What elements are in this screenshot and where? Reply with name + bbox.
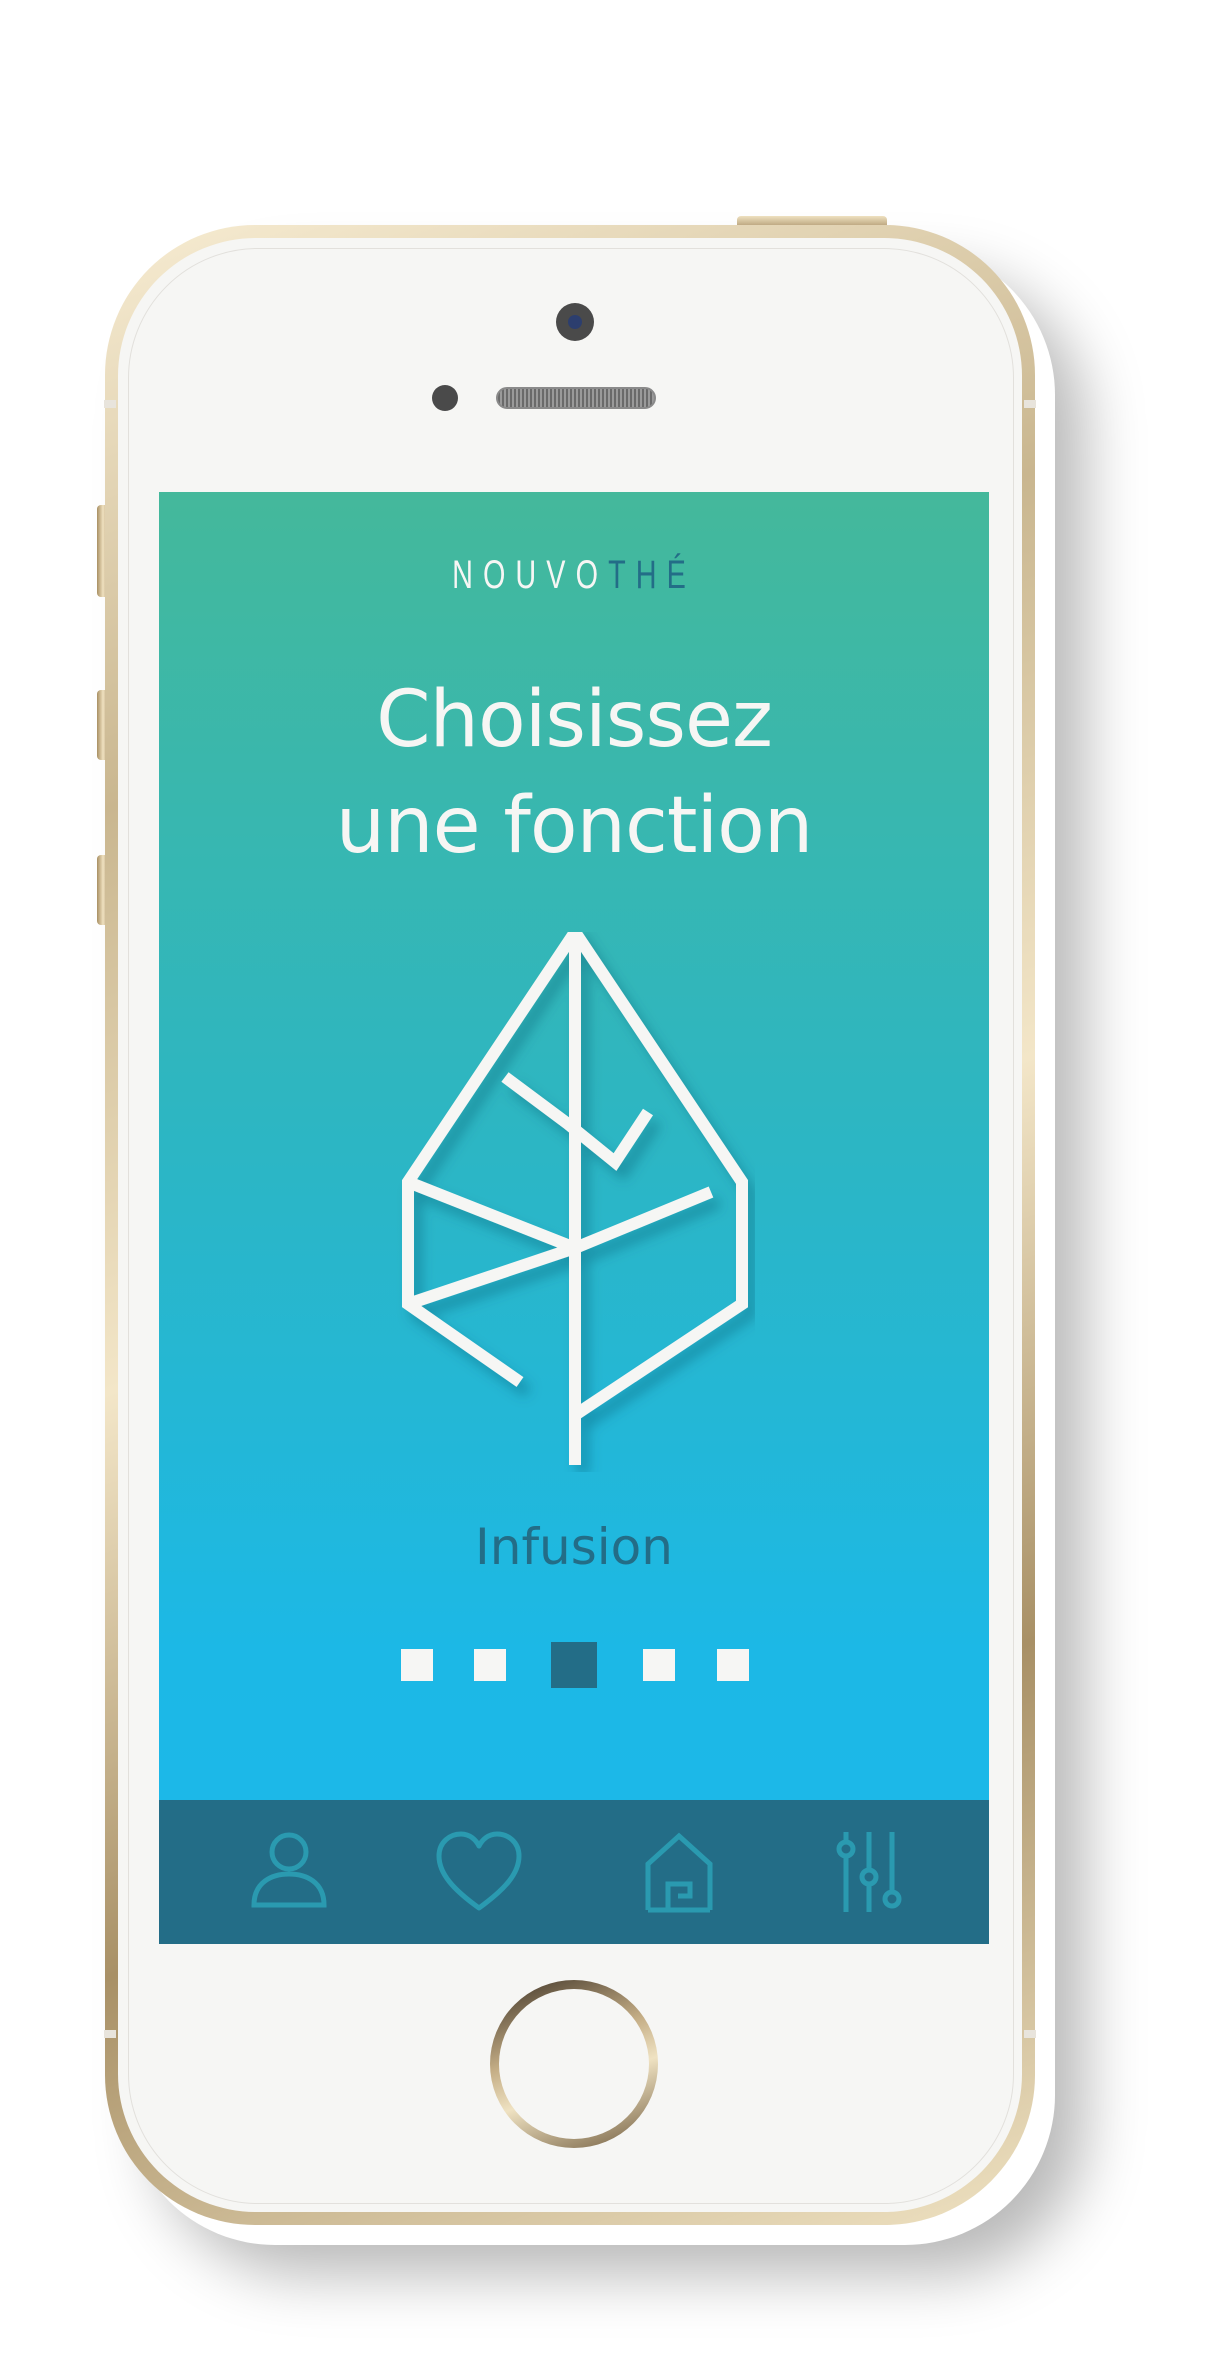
pager-dot-3-active[interactable] xyxy=(551,1642,597,1688)
tab-settings[interactable] xyxy=(824,1830,914,1914)
user-icon xyxy=(251,1832,327,1908)
antenna-band xyxy=(1024,2030,1036,2038)
pager-dot-1[interactable] xyxy=(401,1649,433,1681)
antenna-band xyxy=(104,2030,116,2038)
function-carousel-item[interactable] xyxy=(395,921,755,1472)
proximity-sensor xyxy=(432,385,458,411)
phone-mockup: NOUVOTHÉ Choisissez une fonction Infusio… xyxy=(0,0,1216,2375)
page-title-line1: Choisissez xyxy=(376,675,773,765)
front-camera xyxy=(556,303,594,341)
sliders-icon xyxy=(836,1832,902,1912)
home-button[interactable] xyxy=(490,1980,658,2148)
leaf-icon xyxy=(402,921,748,1465)
app-screen: NOUVOTHÉ Choisissez une fonction Infusio… xyxy=(159,492,989,1944)
brand-logo: NOUVOTHÉ xyxy=(275,550,873,600)
antenna-band xyxy=(104,400,116,408)
pager xyxy=(159,1642,989,1688)
pager-dot-2[interactable] xyxy=(474,1649,506,1681)
heart-icon xyxy=(436,1831,522,1911)
pager-dot-5[interactable] xyxy=(717,1649,749,1681)
tab-home[interactable] xyxy=(634,1830,724,1914)
home-icon xyxy=(645,1832,713,1913)
pager-dot-4[interactable] xyxy=(643,1649,675,1681)
tab-bar xyxy=(159,1800,989,1944)
antenna-band xyxy=(1024,400,1036,408)
page-title-line2: une fonction xyxy=(335,781,814,871)
function-label: Infusion xyxy=(475,1518,673,1576)
brand-logo-part1: NOUVO xyxy=(452,553,609,597)
tab-favorites[interactable] xyxy=(434,1830,524,1914)
tab-profile[interactable] xyxy=(244,1830,334,1914)
earpiece-speaker xyxy=(496,387,656,409)
brand-logo-part2: THÉ xyxy=(608,553,696,597)
page-title: Choisissez une fonction xyxy=(159,667,989,879)
